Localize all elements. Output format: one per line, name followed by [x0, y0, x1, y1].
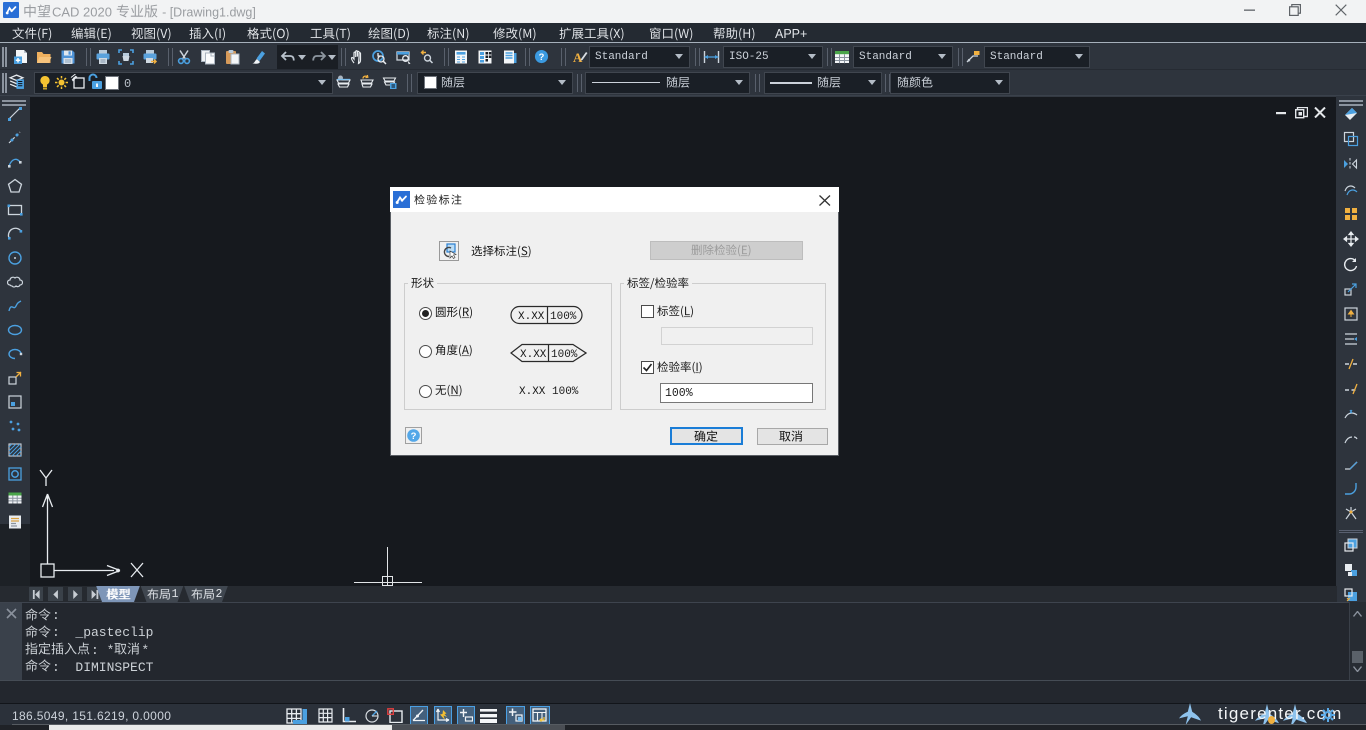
svg-text:X.XX: X.XX: [518, 311, 545, 323]
svg-text:A: A: [573, 50, 583, 65]
svg-text:?: ?: [539, 52, 545, 62]
svg-text:100%: 100%: [551, 349, 578, 361]
svg-text:?: ?: [411, 431, 417, 442]
svg-text:X.XX: X.XX: [520, 349, 547, 361]
svg-text:100%: 100%: [550, 311, 577, 323]
